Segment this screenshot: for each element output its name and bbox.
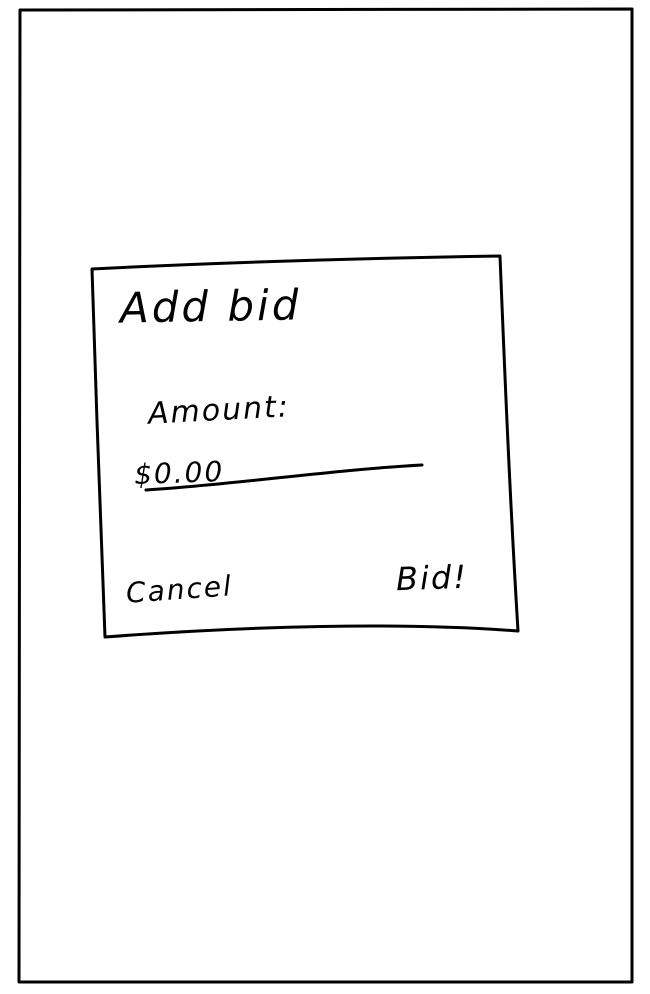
- dialog-title: Add bid: [119, 280, 302, 333]
- amount-label: Amount:: [147, 389, 291, 432]
- sketch-canvas: [17, 7, 634, 984]
- cancel-button[interactable]: Cancel: [125, 569, 234, 609]
- screen-frame: [17, 7, 634, 984]
- bid-button[interactable]: Bid!: [395, 558, 468, 598]
